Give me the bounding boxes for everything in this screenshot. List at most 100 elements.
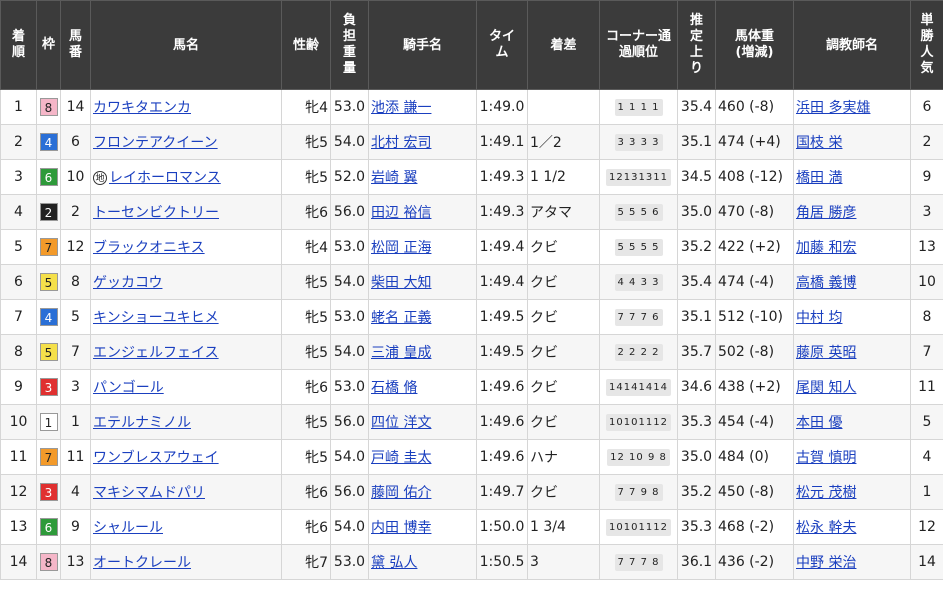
rank-cell: 5 — [0, 229, 37, 265]
waku-cell: 1 — [36, 404, 61, 440]
trainer-link[interactable]: 高橋 義博 — [796, 275, 856, 291]
horse-name-link[interactable]: エテルナミノル — [93, 415, 191, 431]
waku-cell: 6 — [36, 509, 61, 545]
jockey-cell: 黛 弘人 — [368, 544, 477, 580]
jockey-link[interactable]: 四位 洋文 — [371, 415, 431, 431]
horse-name-link[interactable]: ブラックオニキス — [93, 240, 205, 256]
weight-cell: 54.0 — [330, 509, 369, 545]
rank-cell: 7 — [0, 299, 37, 335]
last3f-cell: 35.0 — [677, 194, 716, 230]
jockey-link[interactable]: 藤岡 佑介 — [371, 485, 431, 501]
table-row: 8 5 7 エンジェルフェイス 牝5 54.0 三浦 皇成 1:49.5 クビ 2 2 2 2 35… — [0, 334, 943, 370]
jockey-cell: 岩崎 翼 — [368, 159, 477, 195]
jockey-cell: 松岡 正海 — [368, 229, 477, 265]
body-weight-cell: 502 (-8) — [715, 334, 794, 370]
waku-cell: 4 — [36, 124, 61, 160]
weight-cell: 56.0 — [330, 474, 369, 510]
corner-cell: 12 10 9 8 — [599, 439, 678, 475]
jockey-link[interactable]: 黛 弘人 — [371, 555, 417, 571]
horse-name-link[interactable]: フロンテアクイーン — [93, 135, 218, 151]
rank-cell: 14 — [0, 544, 37, 580]
jockey-link[interactable]: 松岡 正海 — [371, 240, 431, 256]
body-weight-cell: 470 (-8) — [715, 194, 794, 230]
jockey-link[interactable]: 三浦 皇成 — [371, 345, 431, 361]
margin-cell: 1 3/4 — [527, 509, 600, 545]
waku-cell: 5 — [36, 334, 61, 370]
umaban-cell: 4 — [60, 474, 91, 510]
jockey-link[interactable]: 北村 宏司 — [371, 135, 431, 151]
waku-cell: 8 — [36, 544, 61, 580]
horse-name-link[interactable]: キンショーユキヒメ — [93, 310, 219, 326]
trainer-link[interactable]: 中村 均 — [796, 310, 842, 326]
horse-name-link[interactable]: マキシマムドパリ — [93, 485, 205, 501]
trainer-link[interactable]: 中野 栄治 — [796, 555, 856, 571]
last3f-cell: 34.5 — [677, 159, 716, 195]
corner-positions: 12131311 — [606, 169, 671, 186]
corner-cell: 10101112 — [599, 404, 678, 440]
trainer-cell: 松永 幹夫 — [793, 509, 911, 545]
jockey-link[interactable]: 石橋 脩 — [371, 380, 417, 396]
jockey-cell: 石橋 脩 — [368, 369, 477, 405]
corner-positions: 5 5 5 6 — [614, 204, 663, 221]
trainer-link[interactable]: 本田 優 — [796, 415, 842, 431]
trainer-link[interactable]: 浜田 多実雄 — [796, 100, 870, 116]
last3f-cell: 36.1 — [677, 544, 716, 580]
body-weight-cell: 474 (-4) — [715, 264, 794, 300]
horse-name-link[interactable]: ワンブレスアウェイ — [93, 450, 219, 466]
horse-name-link[interactable]: オートクレール — [93, 555, 191, 571]
jockey-link[interactable]: 戸崎 圭太 — [371, 450, 431, 466]
corner-positions: 1 1 1 1 — [614, 99, 663, 116]
header-trainer: 調教師名 — [793, 0, 911, 90]
horse-name-link[interactable]: トーセンビクトリー — [93, 205, 219, 221]
margin-cell: クビ — [527, 334, 600, 370]
sexage-cell: 牝6 — [281, 509, 331, 545]
umaban-cell: 7 — [60, 334, 91, 370]
trainer-link[interactable]: 藤原 英昭 — [796, 345, 856, 361]
jockey-link[interactable]: 内田 博幸 — [371, 520, 431, 536]
trainer-link[interactable]: 古賀 慎明 — [796, 450, 856, 466]
rank-cell: 8 — [0, 334, 37, 370]
popularity-cell: 5 — [910, 404, 943, 440]
jockey-link[interactable]: 蛯名 正義 — [371, 310, 431, 326]
horse-cell: ブラックオニキス — [90, 229, 282, 265]
horse-name-link[interactable]: パンゴール — [93, 380, 164, 396]
horse-name-link[interactable]: カワキタエンカ — [93, 100, 191, 116]
jockey-link[interactable]: 田辺 裕信 — [371, 205, 431, 221]
horse-name-link[interactable]: ゲッカコウ — [93, 275, 162, 291]
time-cell: 1:49.6 — [476, 369, 528, 405]
jockey-link[interactable]: 柴田 大知 — [371, 275, 431, 291]
horse-name-link[interactable]: エンジェルフェイス — [93, 345, 219, 361]
trainer-link[interactable]: 角居 勝彦 — [796, 205, 856, 221]
trainer-link[interactable]: 松永 幹夫 — [796, 520, 856, 536]
margin-cell: クビ — [527, 264, 600, 300]
jockey-link[interactable]: 池添 謙一 — [371, 100, 431, 116]
last3f-cell: 35.2 — [677, 229, 716, 265]
trainer-link[interactable]: 加藤 和宏 — [796, 240, 856, 256]
horse-name-link[interactable]: シャルール — [93, 520, 163, 536]
time-cell: 1:49.5 — [476, 299, 528, 335]
rank-cell: 1 — [0, 89, 37, 125]
waku-badge: 6 — [39, 168, 58, 186]
sexage-cell: 牝5 — [281, 264, 331, 300]
popularity-cell: 3 — [910, 194, 943, 230]
header-row: 着順 枠 馬番 馬名 性齢 負担重量 騎手名 タイム 着差 コーナー通過順位 推… — [0, 0, 943, 90]
umaban-cell: 8 — [60, 264, 91, 300]
trainer-cell: 本田 優 — [793, 404, 911, 440]
horse-name-link[interactable]: レイホーロマンス — [109, 170, 221, 186]
table-row: 5 7 12 ブラックオニキス 牝4 53.0 松岡 正海 1:49.4 クビ 5 5 5 5 35… — [0, 229, 943, 265]
trainer-link[interactable]: 松元 茂樹 — [796, 485, 856, 501]
waku-badge: 5 — [39, 343, 58, 361]
jockey-cell: 四位 洋文 — [368, 404, 477, 440]
margin-cell: アタマ — [527, 194, 600, 230]
trainer-link[interactable]: 尾関 知人 — [796, 380, 856, 396]
trainer-link[interactable]: 国枝 栄 — [796, 135, 842, 151]
header-umaban: 馬番 — [60, 0, 91, 90]
jockey-cell: 柴田 大知 — [368, 264, 477, 300]
waku-badge: 1 — [39, 413, 58, 431]
umaban-cell: 1 — [60, 404, 91, 440]
horse-cell: ゲッカコウ — [90, 264, 282, 300]
trainer-link[interactable]: 橋田 満 — [796, 170, 842, 186]
header-jockey: 騎手名 — [368, 0, 477, 90]
jockey-link[interactable]: 岩崎 翼 — [371, 170, 417, 186]
last3f-cell: 35.3 — [677, 509, 716, 545]
